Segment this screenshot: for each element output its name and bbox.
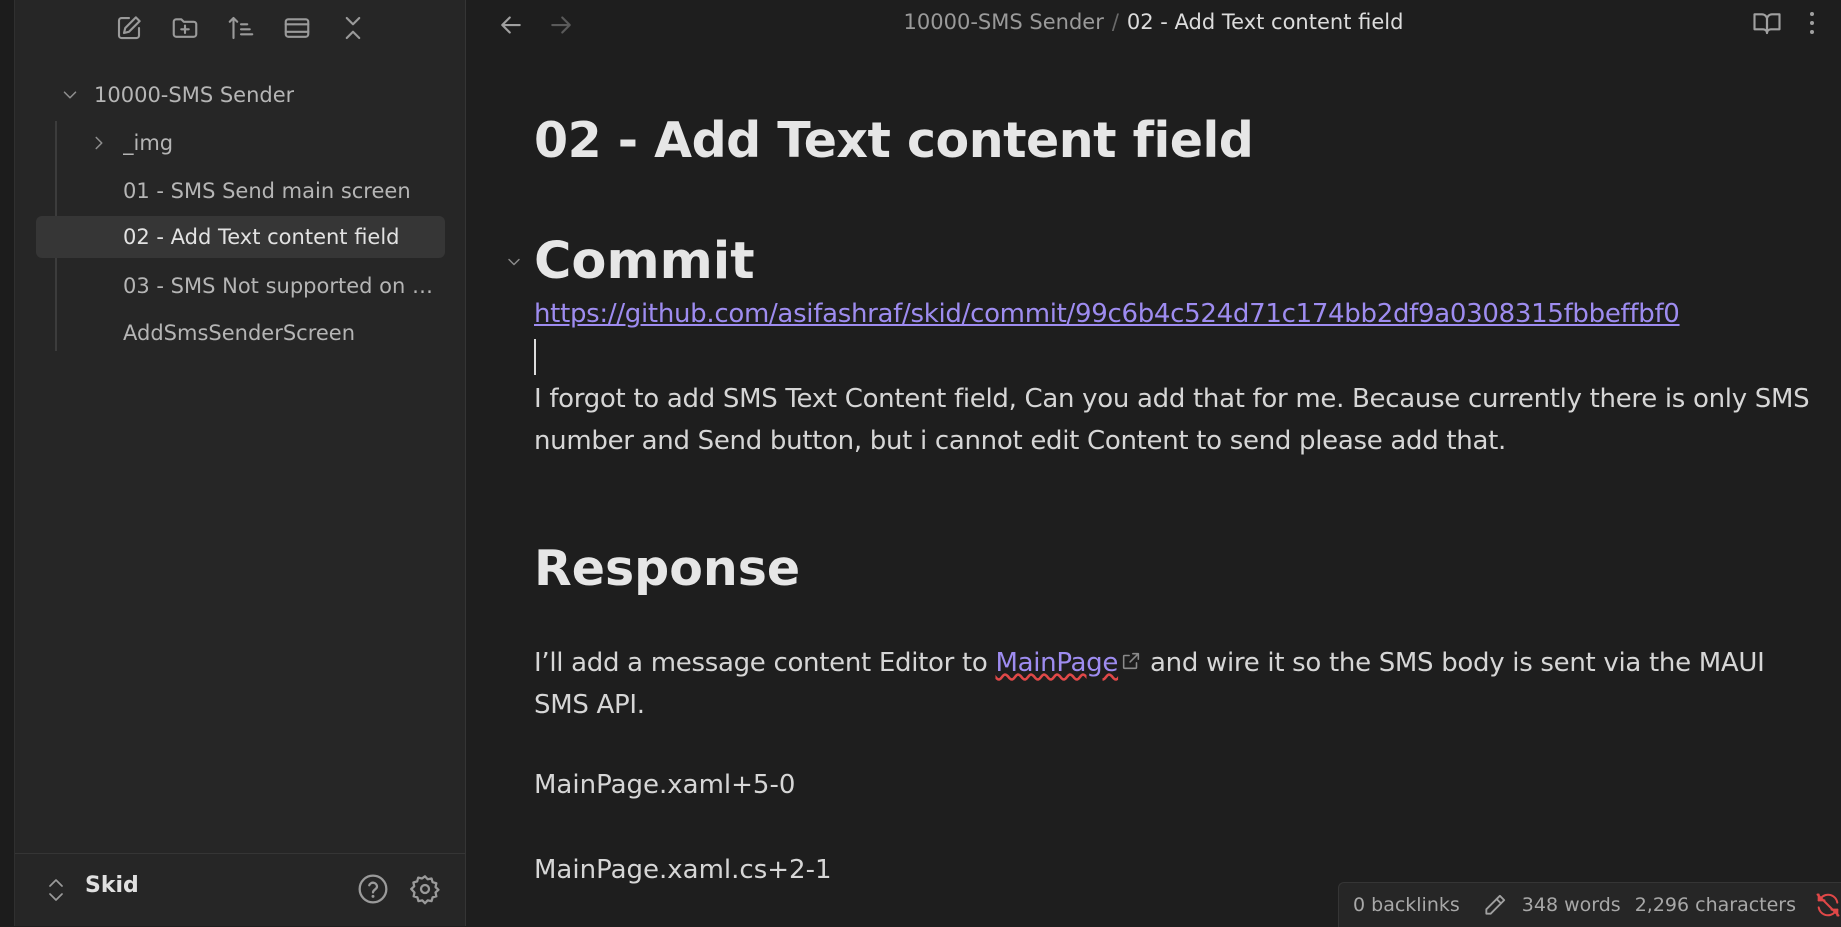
text-cursor [534, 339, 536, 375]
vault-footer: Skid [15, 853, 465, 926]
breadcrumb-separator: / [1111, 10, 1119, 34]
commit-link[interactable]: https://github.com/asifashraf/skid/commi… [534, 299, 1680, 329]
backlinks-count[interactable]: 0 backlinks [1353, 894, 1460, 916]
sync-error-icon[interactable] [1814, 891, 1841, 919]
tree-folder-root[interactable]: 10000-SMS Sender [35, 74, 445, 116]
heading-response: Response [534, 540, 801, 597]
status-bar: 0 backlinks 348 words 2,296 characters [1338, 882, 1841, 927]
tree-folder-label: 10000-SMS Sender [94, 83, 295, 107]
auto-reveal-button[interactable] [278, 9, 316, 47]
breadcrumb: 10000-SMS Sender / 02 - Add Text content f… [466, 10, 1841, 34]
breadcrumb-parent[interactable]: 10000-SMS Sender [904, 10, 1104, 34]
collapse-all-button[interactable] [334, 9, 372, 47]
auto-reveal-icon [284, 18, 310, 38]
breadcrumb-current[interactable]: 02 - Add Text content field [1127, 10, 1404, 34]
fold-chevron-icon[interactable] [504, 252, 524, 272]
more-options-icon[interactable] [1800, 8, 1824, 38]
character-count: 2,296 characters [1634, 894, 1797, 916]
external-link-icon [1120, 650, 1142, 672]
new-note-button[interactable] [110, 9, 148, 47]
vault-name[interactable]: Skid [85, 873, 139, 898]
tree-item-label: 01 - SMS Send main screen [123, 179, 411, 203]
heading-commit: Commit [534, 232, 755, 291]
chevron-right-icon [88, 132, 110, 154]
response-paragraph: I’ll add a message content Editor to Mai… [534, 642, 1814, 726]
file-explorer-sidebar: 10000-SMS Sender _img 01 - SMS Send main… [15, 0, 466, 926]
collapse-all-icon [345, 16, 361, 40]
editor-pane: 10000-SMS Sender / 02 - Add Text content f… [466, 0, 1841, 926]
tree-item-file[interactable]: AddSmsSenderScreen [35, 312, 445, 354]
explorer-toolbar [110, 8, 372, 48]
mainpage-link[interactable]: MainPage [995, 648, 1118, 678]
sort-button[interactable] [222, 9, 260, 47]
tree-item-file[interactable]: 01 - SMS Send main screen [35, 170, 445, 212]
pencil-icon[interactable] [1482, 892, 1508, 918]
help-icon[interactable] [357, 873, 389, 905]
prompt-paragraph: I forgot to add SMS Text Content field, … [534, 384, 1810, 456]
chevron-down-icon [59, 84, 81, 106]
tree-item-label: _img [123, 131, 174, 155]
ribbon [0, 0, 15, 926]
changed-file-line: MainPage.xaml.cs+2-1 [534, 855, 832, 885]
tree-item-label: 03 - SMS Not supported on d... [123, 274, 438, 298]
gear-icon[interactable] [409, 873, 441, 905]
reading-view-icon[interactable] [1752, 8, 1782, 38]
vault-switcher-icon[interactable] [45, 876, 67, 904]
tree-item-label: AddSmsSenderScreen [123, 321, 356, 345]
response-text-before: I’ll add a message content Editor to [534, 648, 996, 678]
tree-item-file[interactable]: 03 - SMS Not supported on d... [35, 265, 445, 307]
tree-item-label: 02 - Add Text content field [123, 225, 400, 249]
changed-file-line: MainPage.xaml+5-0 [534, 770, 796, 800]
tree-item-img-folder[interactable]: _img [35, 122, 445, 164]
new-note-icon [117, 16, 141, 40]
tree-item-file-active[interactable]: 02 - Add Text content field [36, 216, 445, 258]
new-folder-button[interactable] [166, 9, 204, 47]
word-count: 348 words [1521, 894, 1621, 916]
new-folder-icon [172, 18, 198, 38]
sort-icon [228, 16, 254, 40]
note-title[interactable]: 02 - Add Text content field [534, 112, 1254, 169]
